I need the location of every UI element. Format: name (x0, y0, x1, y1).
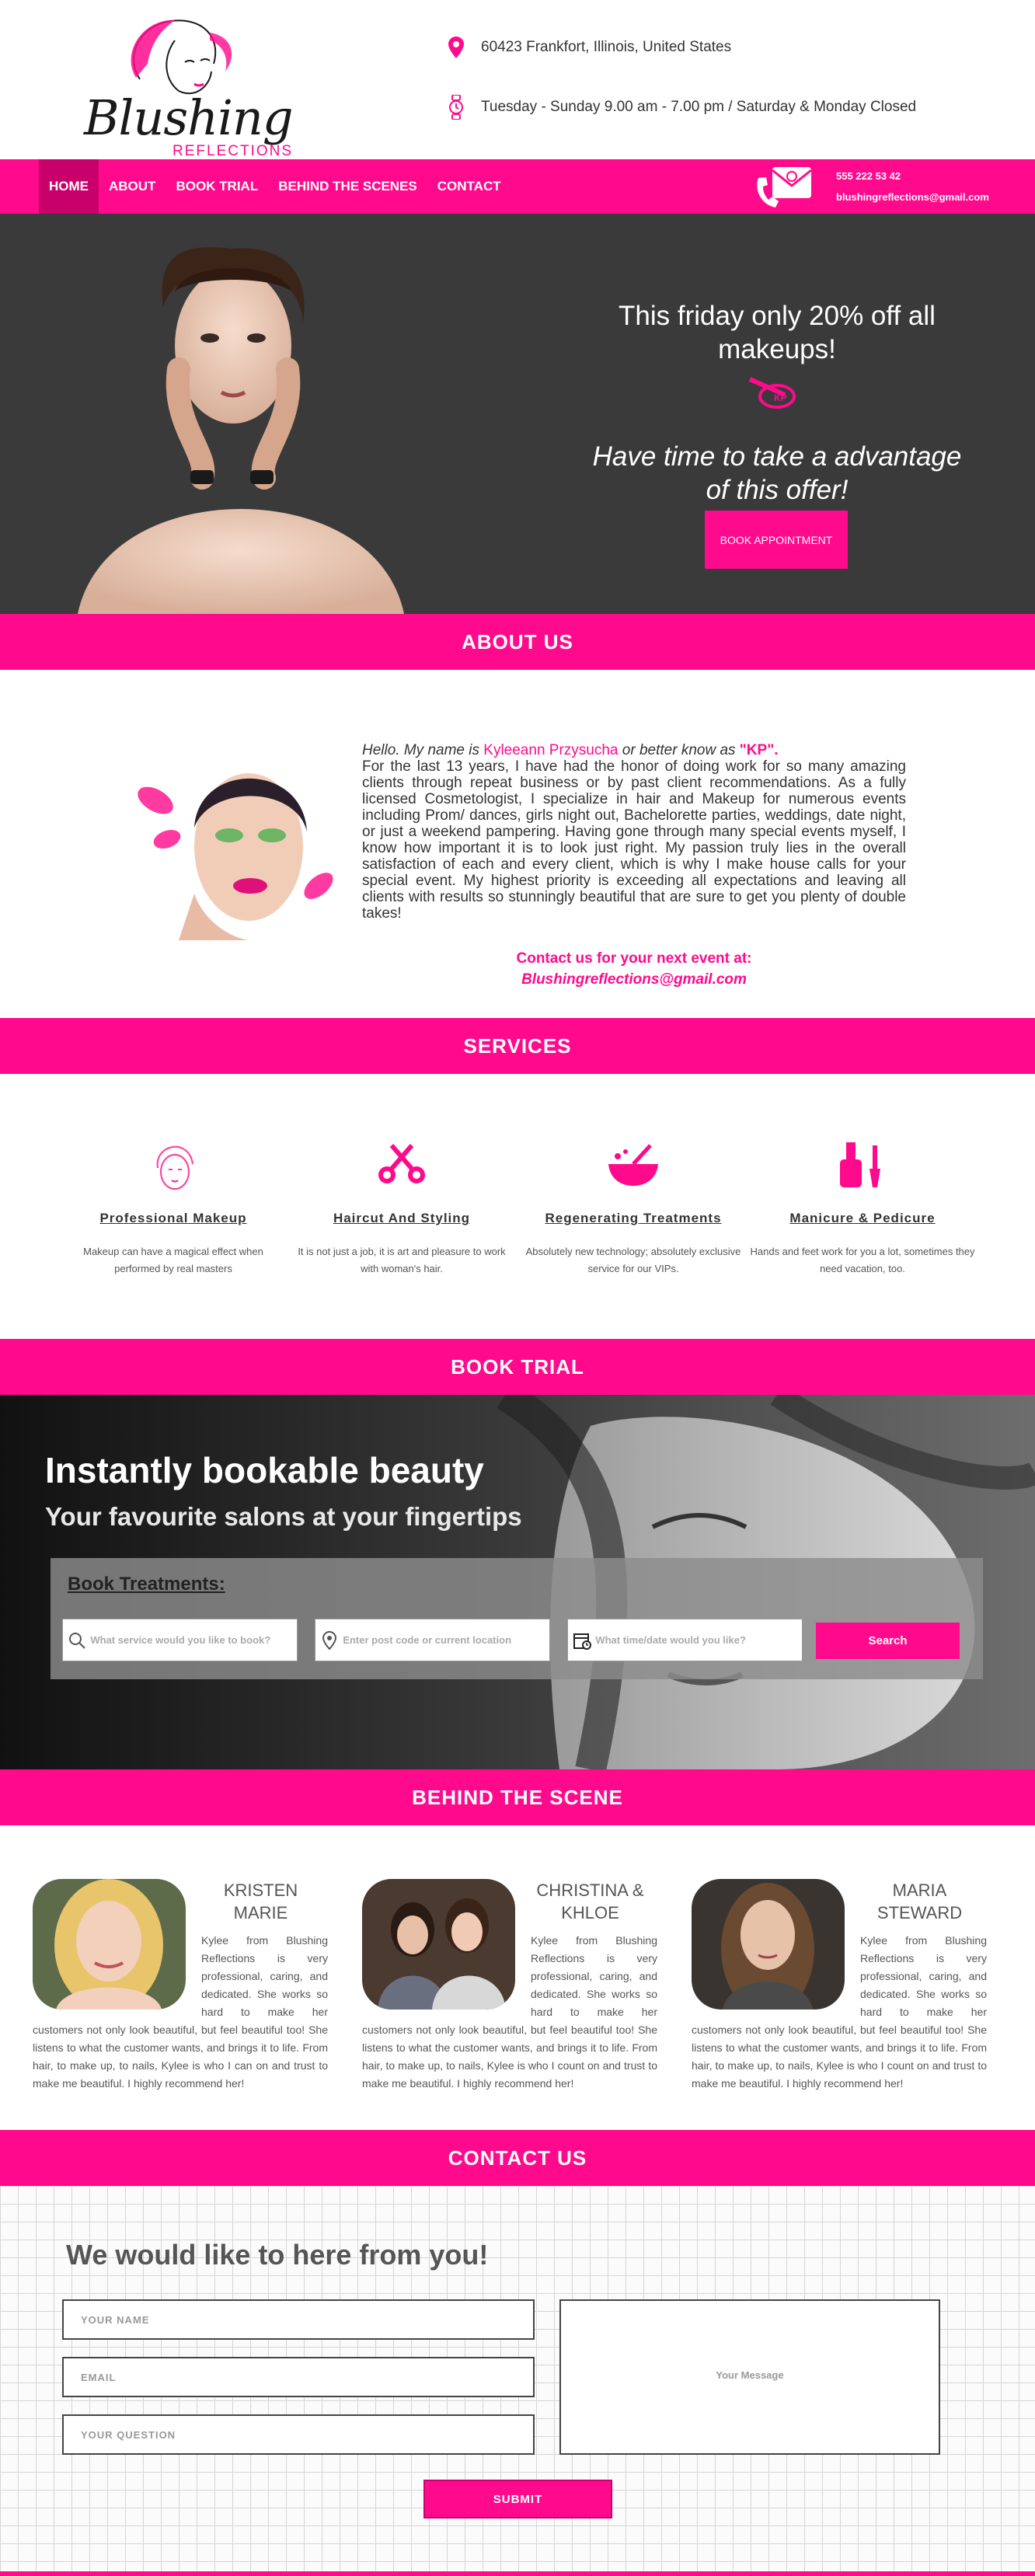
scissors-icon (378, 1144, 425, 1183)
about-text: Hello. My name is Kyleeann Przysucha or … (362, 742, 906, 922)
service-field[interactable] (62, 1619, 298, 1661)
logo-subtitle: REFLECTIONS (172, 143, 294, 159)
nav-item-behind-the-scenes[interactable]: BEHIND THE SCENES (268, 159, 427, 214)
book-trial-heading: BOOK TRIAL (0, 1339, 1035, 1395)
question-field[interactable] (62, 2414, 535, 2455)
team-member-photo (33, 1879, 186, 2010)
submit-button[interactable]: SUBMIT (423, 2480, 612, 2518)
footer-accent-bar (0, 2571, 1035, 2576)
about-nickname: "KP". (739, 742, 779, 758)
service-card-makeup: Professional Makeup Makeup can have a ma… (61, 1135, 286, 1278)
about-intro-2: or better know as (618, 742, 740, 758)
makeup-brush-icon: KP (746, 373, 800, 416)
location-pin-icon (315, 1630, 343, 1650)
hero-banner: This friday only 20% off all makeups! Ha… (0, 214, 1035, 614)
behind-the-scene-heading: BEHIND THE SCENE (0, 1769, 1035, 1825)
contact-section: We would like to here from you! SUBMIT (0, 2186, 1035, 2576)
email-field[interactable] (62, 2357, 535, 2397)
hero-model-image (78, 247, 404, 614)
search-button[interactable]: Search (816, 1623, 960, 1659)
about-contact: Contact us for your next event at: Blush… (362, 948, 906, 990)
service-input[interactable] (90, 1634, 297, 1646)
about-heading: ABOUT US (0, 614, 1035, 670)
name-input[interactable] (81, 2313, 533, 2326)
about-intro-1: Hello. My name is (362, 742, 484, 758)
service-card-treatments: Regenerating Treatments Absolutely new t… (521, 1135, 746, 1278)
hours-text: Tuesday - Sunday 9.00 am - 7.00 pm / Sat… (481, 99, 917, 115)
watch-icon (447, 95, 465, 120)
book-form-label: Book Treatments: (68, 1574, 225, 1595)
services-heading: SERVICES (0, 1018, 1035, 1074)
location-field[interactable] (315, 1619, 550, 1661)
about-contact-line: Contact us for your next event at: (516, 950, 752, 967)
service-desc: It is not just a job, it is art and plea… (298, 1246, 506, 1274)
phone-mail-icon (757, 167, 812, 207)
service-card-manicure: Manicure & Pedicure Hands and feet work … (750, 1135, 975, 1278)
name-field[interactable] (62, 2299, 535, 2340)
spa-bowl-icon (608, 1144, 658, 1186)
nav-email[interactable]: blushingreflections@gmail.com (836, 186, 989, 207)
time-input[interactable] (595, 1634, 802, 1646)
service-desc: Hands and feet work for you a lot, somet… (750, 1246, 975, 1274)
search-icon (63, 1632, 90, 1649)
about-owner-name: Kyleeann Przysucha (483, 742, 619, 758)
nav-phone[interactable]: 555 222 53 42 (836, 166, 989, 186)
service-desc: Absolutely new technology; absolutely ex… (525, 1246, 741, 1274)
email-input[interactable] (81, 2371, 533, 2383)
address-row: 60423 Frankfort, Illinois, United States (447, 35, 731, 60)
service-desc: Makeup can have a magical effect when pe… (83, 1246, 263, 1274)
book-title: Instantly bookable beauty (45, 1450, 484, 1490)
contact-title: We would like to here from you! (66, 2239, 489, 2271)
nav-item-about[interactable]: ABOUT (99, 159, 166, 214)
location-input[interactable] (343, 1634, 549, 1646)
service-title[interactable]: Manicure & Pedicure (750, 1211, 975, 1226)
service-card-haircut: Haircut And Styling It is not just a job… (289, 1135, 514, 1278)
book-subtitle: Your favourite salons at your fingertips (45, 1502, 522, 1531)
book-form: Book Treatments: Search (51, 1558, 983, 1679)
book-trial-section: Instantly bookable beauty Your favourite… (0, 1395, 1035, 1769)
map-pin-icon (447, 35, 465, 60)
question-input[interactable] (81, 2428, 533, 2441)
service-title[interactable]: Professional Makeup (61, 1211, 286, 1226)
team-member-card: MARIA STEWARD Kylee from Blushing Reflec… (692, 1879, 987, 2093)
contact-heading: CONTACT US (0, 2130, 1035, 2186)
time-field[interactable] (567, 1619, 803, 1661)
hero-tagline: Have time to take a advantage of this of… (592, 441, 962, 505)
team-member-photo (362, 1879, 515, 2010)
nail-polish-icon (840, 1142, 880, 1187)
book-appointment-button[interactable]: BOOK APPOINTMENT (705, 511, 848, 569)
nav-item-book-trial[interactable]: BOOK TRIAL (166, 159, 268, 214)
service-title[interactable]: Haircut And Styling (289, 1211, 514, 1226)
about-portrait-image (132, 754, 346, 940)
logo-wordmark: Blushing (84, 89, 294, 146)
about-body: For the last 13 years, I have had the ho… (362, 758, 906, 922)
hours-row: Tuesday - Sunday 9.00 am - 7.00 pm / Sat… (447, 95, 916, 120)
team-member-photo (692, 1879, 845, 2010)
svg-text:KP: KP (774, 392, 787, 403)
service-title[interactable]: Regenerating Treatments (521, 1211, 746, 1226)
team-member-card: KRISTEN MARIE Kylee from Blushing Reflec… (33, 1879, 328, 2093)
site-header: Blushing REFLECTIONS 60423 Frankfort, Il… (0, 0, 1035, 159)
team-member-card: CHRISTINA & KHLOE Kylee from Blushing Re… (362, 1879, 657, 2093)
face-makeup-icon (156, 1145, 193, 1190)
address-text: 60423 Frankfort, Illinois, United States (481, 39, 732, 55)
nav-item-home[interactable]: HOME (39, 159, 99, 214)
about-contact-email[interactable]: Blushingreflections@gmail.com (362, 969, 906, 990)
message-field[interactable] (559, 2299, 940, 2455)
nav-item-contact[interactable]: CONTACT (427, 159, 511, 214)
brand-logo[interactable]: Blushing REFLECTIONS (78, 9, 295, 159)
message-textarea[interactable] (561, 2301, 939, 2453)
calendar-icon (568, 1631, 595, 1650)
main-nav: HOME ABOUT BOOK TRIAL BEHIND THE SCENES … (0, 159, 1035, 214)
nav-contact-info: 555 222 53 42 blushingreflections@gmail.… (754, 159, 989, 214)
hero-headline: This friday only 20% off all makeups! (619, 301, 936, 364)
